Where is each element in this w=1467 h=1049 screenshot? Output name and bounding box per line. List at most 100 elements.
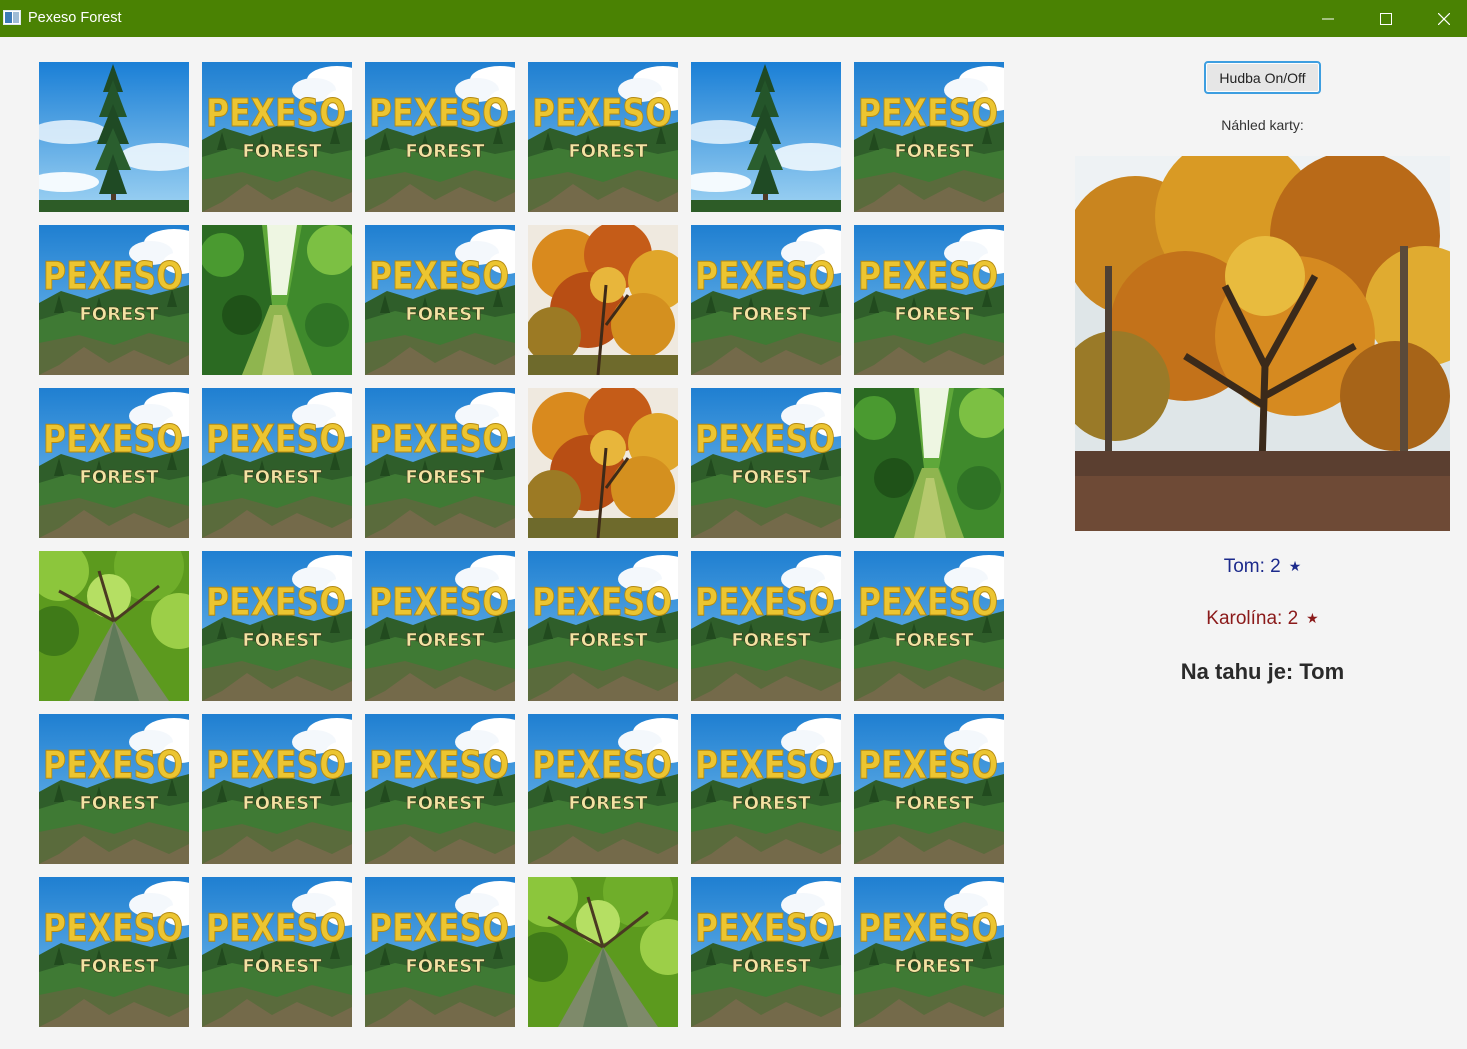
svg-text:PEXESO: PEXESO — [695, 254, 835, 298]
maximize-button[interactable] — [1357, 0, 1415, 37]
card-face-down[interactable]: PEXESO FOREST — [39, 388, 189, 538]
svg-text:FOREST: FOREST — [243, 956, 323, 977]
card-face-down[interactable]: PEXESO FOREST — [365, 62, 515, 212]
svg-text:FOREST: FOREST — [569, 630, 649, 651]
card-face-down[interactable]: PEXESO FOREST — [528, 62, 678, 212]
svg-text:FOREST: FOREST — [406, 467, 486, 488]
app-icon — [3, 10, 21, 25]
svg-text:PEXESO: PEXESO — [532, 91, 672, 135]
card-face-down[interactable]: PEXESO FOREST — [854, 714, 1004, 864]
card-face-down[interactable]: PEXESO FOREST — [854, 551, 1004, 701]
card-face-down[interactable]: PEXESO FOREST — [39, 877, 189, 1027]
svg-text:PEXESO: PEXESO — [858, 906, 998, 950]
svg-text:PEXESO: PEXESO — [206, 580, 346, 624]
minimize-icon — [1322, 18, 1334, 19]
card-face-down[interactable]: PEXESO FOREST — [854, 225, 1004, 375]
window-title: Pexeso Forest — [28, 10, 122, 26]
svg-text:FOREST: FOREST — [80, 304, 160, 325]
svg-text:FOREST: FOREST — [406, 630, 486, 651]
card-face-up-trunk-up[interactable] — [528, 877, 678, 1027]
svg-text:PEXESO: PEXESO — [369, 417, 509, 461]
card-face-down[interactable]: PEXESO FOREST — [202, 388, 352, 538]
svg-text:FOREST: FOREST — [406, 956, 486, 977]
card-face-down[interactable]: PEXESO FOREST — [365, 225, 515, 375]
card-face-up-trunk-up[interactable] — [39, 551, 189, 701]
music-toggle-button[interactable]: Hudba On/Off — [1204, 61, 1321, 94]
card-face-down[interactable]: PEXESO FOREST — [365, 877, 515, 1027]
svg-text:PEXESO: PEXESO — [858, 743, 998, 787]
maximize-icon — [1380, 12, 1392, 25]
card-face-down[interactable]: PEXESO FOREST — [202, 62, 352, 212]
card-face-down[interactable]: PEXESO FOREST — [202, 551, 352, 701]
svg-text:PEXESO: PEXESO — [369, 743, 509, 787]
card-face-down[interactable]: PEXESO FOREST — [528, 714, 678, 864]
card-face-down[interactable]: PEXESO FOREST — [365, 388, 515, 538]
svg-text:PEXESO: PEXESO — [43, 417, 183, 461]
card-face-up-forest-path[interactable] — [854, 388, 1004, 538]
svg-text:FOREST: FOREST — [732, 630, 812, 651]
svg-text:FOREST: FOREST — [732, 304, 812, 325]
card-face-down[interactable]: PEXESO FOREST — [39, 225, 189, 375]
svg-text:PEXESO: PEXESO — [206, 91, 346, 135]
card-face-up-forest-path[interactable] — [202, 225, 352, 375]
svg-text:PEXESO: PEXESO — [206, 906, 346, 950]
card-face-down[interactable]: PEXESO FOREST — [691, 551, 841, 701]
player-score-karolina: Karolína: 2 ★ — [1075, 608, 1450, 630]
svg-text:FOREST: FOREST — [243, 467, 323, 488]
card-face-up-tall-tree[interactable] — [39, 62, 189, 212]
card-face-down[interactable]: PEXESO FOREST — [39, 714, 189, 864]
svg-text:PEXESO: PEXESO — [369, 91, 509, 135]
player-score-label: Karolína: 2 — [1206, 608, 1299, 629]
svg-text:FOREST: FOREST — [895, 304, 975, 325]
svg-text:PEXESO: PEXESO — [206, 417, 346, 461]
player-score-label: Tom: 2 — [1223, 556, 1281, 577]
svg-text:PEXESO: PEXESO — [695, 906, 835, 950]
close-icon — [1438, 12, 1450, 25]
star-icon: ★ — [1288, 558, 1302, 574]
svg-text:FOREST: FOREST — [732, 467, 812, 488]
svg-text:PEXESO: PEXESO — [858, 91, 998, 135]
svg-text:FOREST: FOREST — [895, 793, 975, 814]
svg-text:PEXESO: PEXESO — [369, 254, 509, 298]
card-face-down[interactable]: PEXESO FOREST — [202, 877, 352, 1027]
card-face-down[interactable]: PEXESO FOREST — [854, 62, 1004, 212]
svg-text:PEXESO: PEXESO — [206, 743, 346, 787]
svg-text:PEXESO: PEXESO — [858, 580, 998, 624]
current-turn-label: Na tahu je: Tom — [1180, 659, 1345, 684]
svg-text:FOREST: FOREST — [243, 793, 323, 814]
svg-text:FOREST: FOREST — [732, 956, 812, 977]
star-icon: ★ — [1306, 610, 1319, 626]
card-face-down[interactable]: PEXESO FOREST — [202, 714, 352, 864]
preview-label: Náhled karty: — [1221, 117, 1304, 133]
svg-text:PEXESO: PEXESO — [43, 743, 183, 787]
svg-text:FOREST: FOREST — [732, 793, 812, 814]
card-face-down[interactable]: PEXESO FOREST — [691, 877, 841, 1027]
card-face-down[interactable]: PEXESO FOREST — [365, 551, 515, 701]
svg-text:PEXESO: PEXESO — [532, 743, 672, 787]
player-score-tom: Tom: 2 ★ — [1075, 556, 1450, 578]
svg-text:FOREST: FOREST — [243, 630, 323, 651]
svg-text:FOREST: FOREST — [80, 793, 160, 814]
svg-text:FOREST: FOREST — [243, 141, 323, 162]
title-bar: Pexeso Forest — [0, 0, 1467, 37]
svg-text:FOREST: FOREST — [895, 630, 975, 651]
card-face-up-autumn-tree[interactable] — [528, 388, 678, 538]
svg-text:PEXESO: PEXESO — [369, 906, 509, 950]
svg-text:FOREST: FOREST — [895, 956, 975, 977]
card-face-down[interactable]: PEXESO FOREST — [365, 714, 515, 864]
card-face-down[interactable]: PEXESO FOREST — [691, 225, 841, 375]
card-face-down[interactable]: PEXESO FOREST — [528, 551, 678, 701]
svg-text:PEXESO: PEXESO — [858, 254, 998, 298]
card-face-up-tall-tree[interactable] — [691, 62, 841, 212]
svg-text:FOREST: FOREST — [895, 141, 975, 162]
close-button[interactable] — [1415, 0, 1467, 37]
svg-text:PEXESO: PEXESO — [695, 743, 835, 787]
card-face-down[interactable]: PEXESO FOREST — [854, 877, 1004, 1027]
card-face-down[interactable]: PEXESO FOREST — [691, 388, 841, 538]
svg-text:PEXESO: PEXESO — [532, 580, 672, 624]
card-face-up-autumn-tree[interactable] — [528, 225, 678, 375]
card-face-down[interactable]: PEXESO FOREST — [691, 714, 841, 864]
minimize-button[interactable] — [1299, 0, 1357, 37]
card-grid: PEXESO FOREST PEXESO FOREST PEXESO FORES — [39, 62, 1004, 1027]
svg-text:FOREST: FOREST — [569, 793, 649, 814]
